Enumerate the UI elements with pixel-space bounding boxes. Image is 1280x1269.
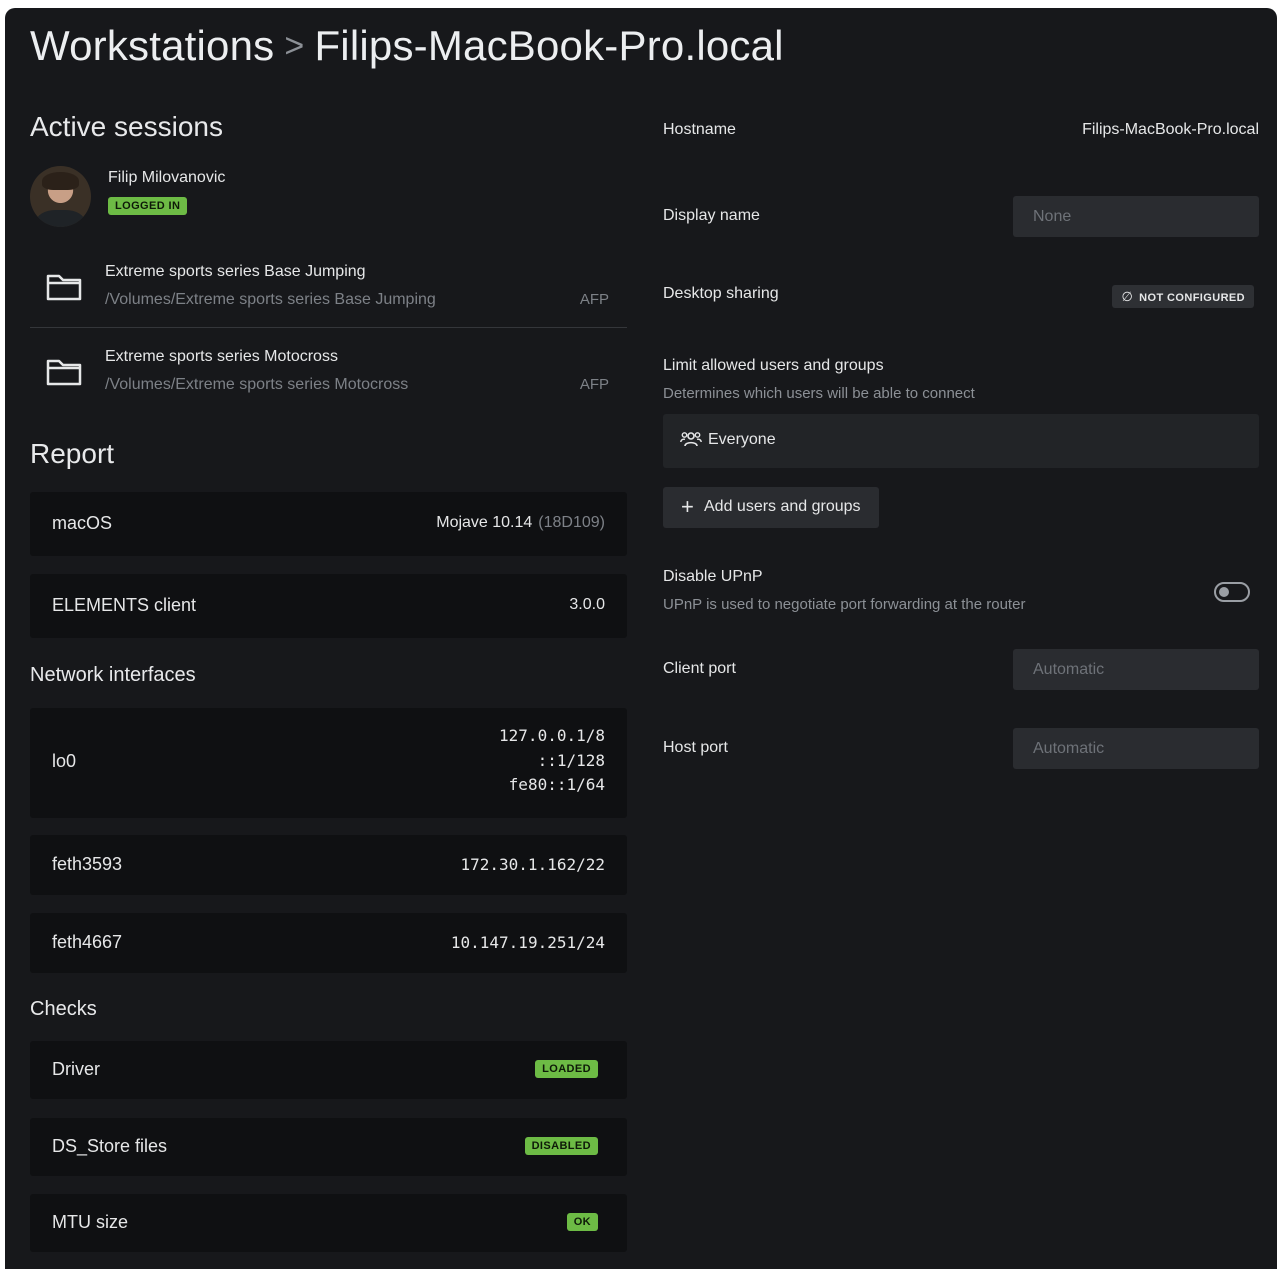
share-list-item[interactable]: Extreme sports series Base Jumping /Volu…: [30, 251, 627, 331]
ip-address: fe80::1/64: [508, 775, 605, 794]
logged-in-badge: LOGGED IN: [108, 197, 188, 215]
allowed-users-list: Everyone: [663, 414, 1259, 468]
folder-icon: [46, 359, 82, 386]
status-badge: DISABLED: [524, 1137, 598, 1155]
ip-address: ::1/128: [537, 750, 605, 770]
limit-users-description: Determines which users will be able to c…: [663, 385, 975, 402]
folder-icon: [46, 274, 82, 301]
breadcrumb-separator: >: [284, 27, 305, 65]
upnp-label: Disable UPnP: [663, 568, 763, 585]
desktop-sharing-label: Desktop sharing: [663, 285, 779, 302]
ip-address: 172.30.1.162/22: [460, 855, 606, 874]
active-sessions-heading: Active sessions: [30, 111, 223, 142]
hostname-value: Filips-MacBook-Pro.local: [1082, 121, 1259, 138]
add-users-button-label: Add users and groups: [704, 498, 861, 515]
ip-address: 127.0.0.1/8: [499, 726, 605, 745]
plus-icon: +: [681, 494, 694, 519]
avatar: [30, 166, 91, 227]
check-row-driver: Driver LOADED: [30, 1041, 627, 1099]
report-heading: Report: [30, 438, 115, 469]
empty-set-icon: ∅: [1121, 289, 1134, 304]
status-badge: LOADED: [535, 1060, 598, 1078]
client-version: 3.0.0: [569, 596, 605, 613]
share-list-item[interactable]: Extreme sports series Motocross /Volumes…: [30, 336, 627, 416]
interface-addresses: 127.0.0.1/8 ::1/128 fe80::1/64: [499, 724, 605, 798]
status-badge: OK: [566, 1213, 598, 1231]
desktop-sharing-status: NOT CONFIGURED: [1139, 292, 1245, 304]
check-label: MTU size: [52, 1212, 128, 1232]
display-name-label: Display name: [663, 207, 760, 224]
upnp-toggle[interactable]: [1214, 582, 1250, 602]
network-interface-row: feth3593 172.30.1.162/22: [30, 835, 627, 895]
users-icon: [680, 432, 702, 447]
interface-name: lo0: [52, 751, 77, 771]
upnp-description: UPnP is used to negotiate port forwardin…: [663, 596, 1026, 613]
host-port-input[interactable]: Automatic: [1013, 728, 1259, 769]
desktop-sharing-status-badge[interactable]: ∅ NOT CONFIGURED: [1112, 285, 1254, 308]
add-users-button[interactable]: + Add users and groups: [663, 487, 879, 528]
divider: [30, 327, 627, 328]
check-row-mtu: MTU size OK: [30, 1194, 627, 1252]
share-path: /Volumes/Extreme sports series Motocross: [105, 376, 409, 393]
check-label: Driver: [52, 1059, 100, 1079]
check-row-ds-store: DS_Store files DISABLED: [30, 1118, 627, 1176]
report-client-row: ELEMENTS client 3.0.0: [30, 574, 627, 638]
client-port-input[interactable]: Automatic: [1013, 649, 1259, 690]
os-build: (18D109): [538, 514, 605, 531]
share-path: /Volumes/Extreme sports series Base Jump…: [105, 291, 436, 308]
network-interfaces-heading: Network interfaces: [30, 664, 196, 686]
host-port-label: Host port: [663, 739, 728, 756]
share-protocol: AFP: [579, 291, 609, 308]
session-user-name: Filip Milovanovic: [108, 169, 226, 186]
display-name-input[interactable]: None: [1013, 196, 1259, 237]
client-label: ELEMENTS client: [52, 595, 197, 615]
interface-name: feth3593: [52, 854, 123, 874]
breadcrumb: Workstations > Filips-MacBook-Pro.local: [30, 22, 784, 70]
workstation-window: Workstations > Filips-MacBook-Pro.local Ac…: [5, 8, 1277, 1269]
page-title: Filips-MacBook-Pro.local: [314, 22, 784, 69]
network-interface-row: feth4667 10.147.19.251/24: [30, 913, 627, 973]
allowed-users-item: Everyone: [708, 431, 776, 448]
limit-users-label: Limit allowed users and groups: [663, 357, 884, 374]
share-name: Extreme sports series Motocross: [105, 348, 338, 365]
checks-heading: Checks: [30, 998, 97, 1020]
client-port-label: Client port: [663, 660, 736, 677]
share-protocol: AFP: [579, 376, 609, 393]
ip-address: 10.147.19.251/24: [450, 933, 605, 952]
os-label: macOS: [52, 513, 113, 533]
check-label: DS_Store files: [52, 1136, 168, 1156]
hostname-label: Hostname: [663, 121, 736, 138]
interface-name: feth4667: [52, 932, 123, 952]
os-version: Mojave 10.14: [436, 514, 533, 531]
os-value: Mojave 10.14 (18D109): [436, 514, 605, 532]
breadcrumb-workstations-link[interactable]: Workstations: [30, 22, 274, 69]
share-name: Extreme sports series Base Jumping: [105, 263, 366, 280]
report-os-row: macOS Mojave 10.14 (18D109): [30, 492, 627, 556]
network-interface-row: lo0 127.0.0.1/8 ::1/128 fe80::1/64: [30, 708, 627, 818]
